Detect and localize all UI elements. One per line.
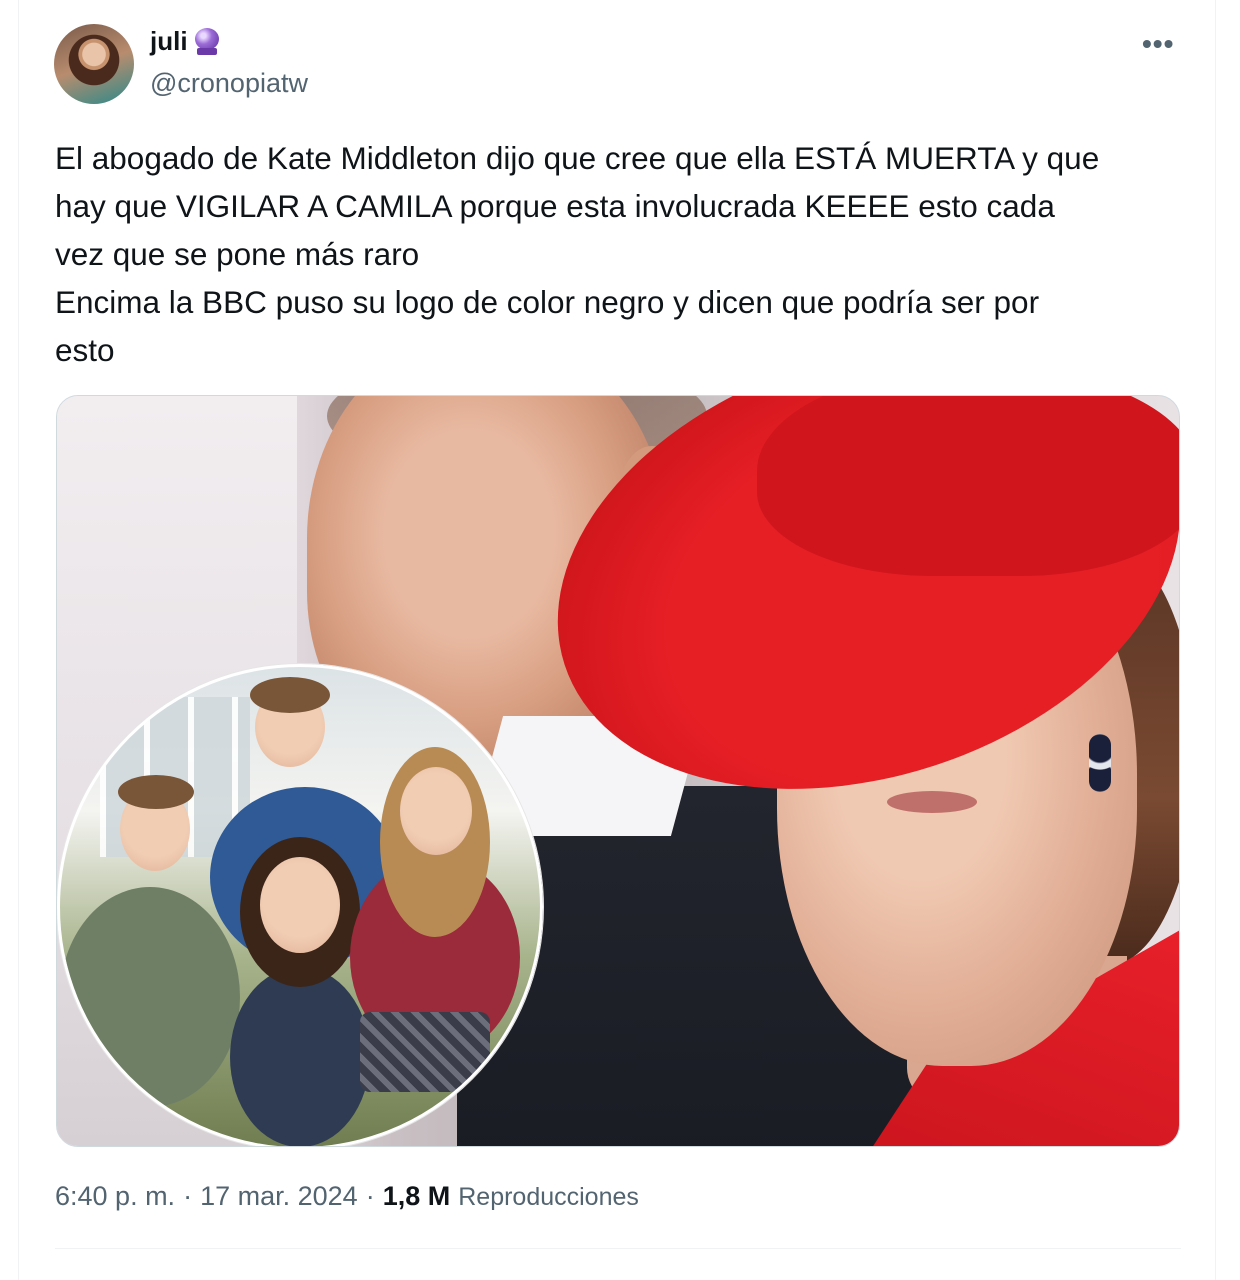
author-display-name[interactable]: juli — [150, 26, 188, 57]
photo-lips — [887, 791, 977, 813]
photo-earring — [1089, 734, 1111, 792]
tweet-metadata: 6:40 p. m. · 17 mar. 2024 · 1,8 M Reprod… — [55, 1181, 639, 1212]
views-count[interactable]: 1,8 M — [383, 1181, 451, 1212]
photo-red-hat-crown — [757, 396, 1179, 576]
author-avatar[interactable] — [54, 24, 134, 104]
inset-kid-hair — [118, 775, 194, 809]
tweet-time[interactable]: 6:40 p. m. — [55, 1181, 175, 1212]
tweet-text-line: esto — [55, 332, 115, 368]
tweet-text-line: hay que VIGILAR A CAMILA porque esta inv… — [55, 188, 1055, 224]
more-horizontal-icon[interactable]: ••• — [1142, 28, 1174, 60]
divider — [55, 1248, 1181, 1249]
meta-separator: · — [365, 1181, 375, 1211]
tweet-text-line: vez que se pone más raro — [55, 236, 420, 272]
inset-mom-face — [260, 857, 340, 953]
inset-family-photo — [57, 664, 543, 1146]
tweet-text-line: El abogado de Kate Middleton dijo que cr… — [55, 140, 1100, 176]
inset-kid-body — [60, 887, 240, 1107]
inset-mom-body — [230, 967, 370, 1146]
inset-kid-hair — [250, 677, 330, 713]
tweet-media-image[interactable] — [56, 395, 1180, 1147]
crystal-ball-icon — [194, 27, 220, 56]
tweet-date[interactable]: 17 mar. 2024 — [200, 1181, 358, 1212]
inset-girl-skirt — [360, 1012, 490, 1092]
views-label[interactable]: Reproducciones — [458, 1183, 639, 1212]
tweet-text-line: Encima la BBC puso su logo de color negr… — [55, 284, 1040, 320]
author-handle[interactable]: @cronopiatw — [150, 68, 308, 99]
meta-separator: · — [183, 1181, 193, 1211]
author-name-row[interactable]: juli — [150, 26, 220, 57]
inset-girl-face — [400, 767, 472, 855]
tweet-text: El abogado de Kate Middleton dijo que cr… — [55, 134, 1165, 374]
